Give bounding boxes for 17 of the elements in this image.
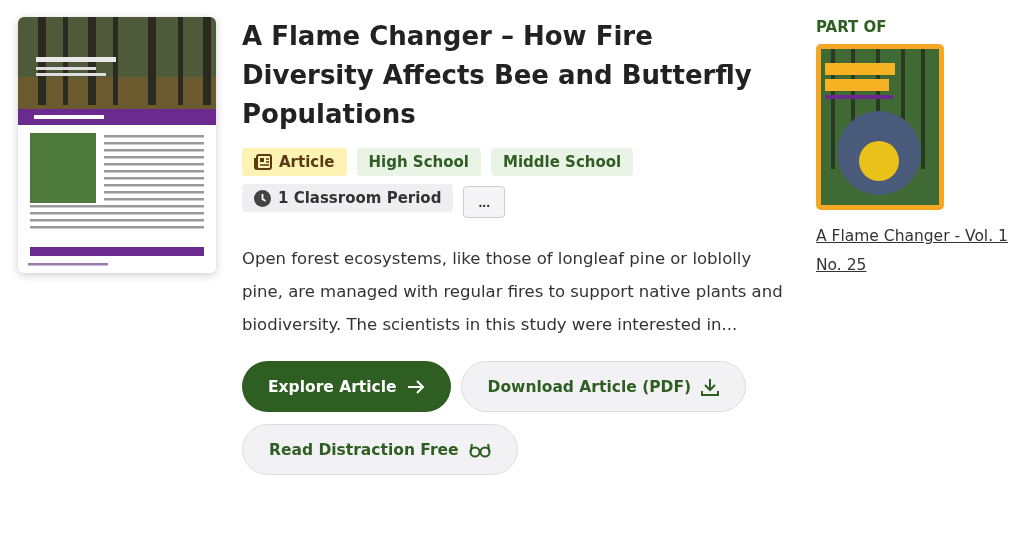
grade-tag: Middle School	[491, 148, 634, 176]
read-distraction-free-button[interactable]: Read Distraction Free	[242, 424, 518, 475]
article-title: A Flame Changer – How Fire Diversity Affects Bee and Butterfly Populations	[242, 20, 753, 131]
issue-link[interactable]: A Flame Changer - Vol. 1 No. 25	[816, 222, 1016, 280]
glasses-icon	[468, 441, 491, 458]
grade-tag: High School	[356, 148, 481, 176]
clock-icon	[254, 189, 271, 207]
more-tags-button[interactable]: ...	[463, 186, 506, 218]
newspaper-icon	[254, 154, 272, 170]
explore-article-button[interactable]: Explore Article	[242, 361, 451, 412]
duration-tag: 1 Classroom Period	[242, 184, 454, 212]
arrow-right-icon	[406, 379, 425, 394]
part-of-heading: PART OF	[816, 18, 888, 36]
type-tag: Article	[242, 148, 347, 176]
download-icon	[701, 377, 720, 396]
article-description: Open forest ecosystems, like those of longleaf pine or loblolly pine, are managed with regular fires to support native plants and biodiversity. The scientists in this study were interested in...	[242, 248, 784, 336]
download-pdf-button[interactable]: Download Article (PDF)	[460, 361, 747, 412]
